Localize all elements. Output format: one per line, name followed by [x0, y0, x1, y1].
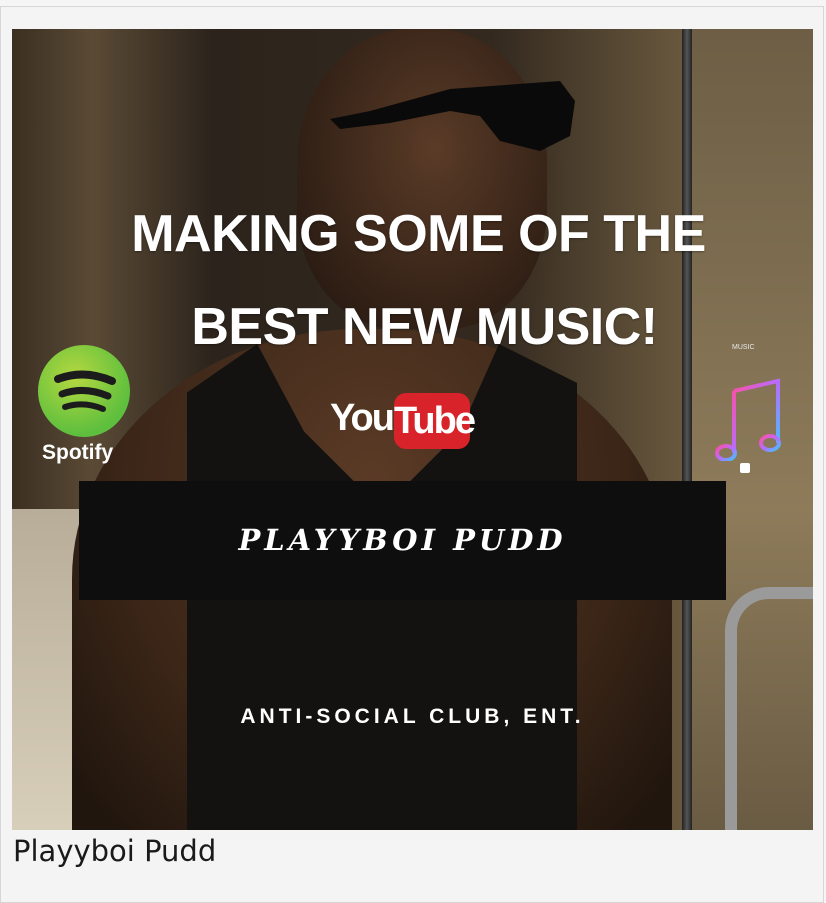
youtube-logo-icon: You Tube [330, 393, 476, 453]
headline-line-1: MAKING SOME OF THE [131, 205, 706, 263]
spotify-logo-icon: Spotify [36, 345, 132, 465]
apple-music-label: MUSIC [732, 344, 755, 351]
youtube-you-text: You [330, 397, 395, 439]
image-card: MAKING SOME OF THE BEST NEW MUSIC! Spoti… [0, 6, 824, 903]
apple-music-small-icon [740, 463, 750, 473]
label-tagline: ANTI-SOCIAL CLUB, ENT. [240, 705, 585, 728]
artist-head [297, 29, 547, 329]
spotify-circle [38, 345, 130, 437]
apple-music-icon: MUSIC [702, 341, 782, 481]
album-poster-image[interactable]: MAKING SOME OF THE BEST NEW MUSIC! Spoti… [12, 29, 813, 830]
artist-name-banner: PLAYYBOI PUDD [79, 481, 726, 600]
image-caption: Playyboi Pudd [13, 834, 217, 868]
sunglasses-icon [330, 81, 575, 151]
headline-line-2: BEST NEW MUSIC! [191, 298, 658, 356]
youtube-tube-text: Tube [394, 393, 476, 449]
spotify-waves-icon [54, 370, 116, 412]
spotify-label: Spotify [42, 441, 114, 464]
music-note-icon [715, 378, 781, 461]
